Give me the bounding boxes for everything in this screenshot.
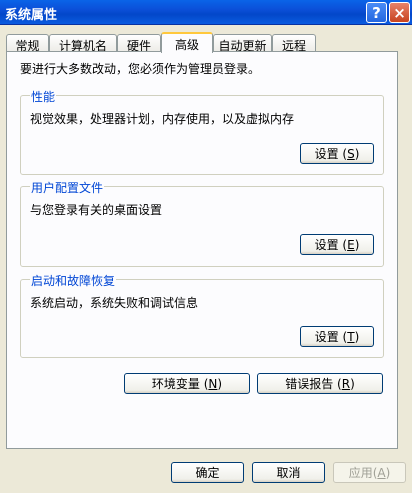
window-title: 系统属性 (5, 8, 58, 23)
close-button[interactable]: × (389, 2, 410, 23)
error-reporting-label: 错误报告 (285, 377, 334, 391)
startup-recovery-settings-button[interactable]: 设置 (T) (300, 326, 374, 347)
tab-general[interactable]: 常规 (6, 34, 49, 53)
startup-recovery-label: 启动和故障恢复 (30, 272, 117, 289)
error-reporting-hotkey: R (341, 376, 351, 391)
tab-advanced[interactable]: 高级 (161, 32, 213, 53)
apply-label: 应用 (348, 466, 373, 480)
environment-variables-label: 环境变量 (151, 377, 200, 391)
startup-recovery-group: 启动和故障恢复 系统启动，系统失败和调试信息 设置 (T) (20, 272, 384, 358)
admin-notice: 要进行大多数改动，您必须作为管理员登录。 (20, 62, 261, 76)
performance-settings-button[interactable]: 设置 (S) (300, 143, 374, 164)
performance-group: 性能 视觉效果，处理器计划，内存使用，以及虚拟内存 设置 (S) (20, 88, 384, 175)
tab-remote[interactable]: 远程 (272, 34, 316, 53)
apply-hotkey: A (377, 465, 386, 480)
environment-variables-hotkey: N (208, 376, 218, 391)
title-bar[interactable]: 系统属性 ? × (0, 0, 412, 25)
user-profile-description: 与您登录有关的桌面设置 (30, 203, 163, 217)
user-profile-settings-hotkey: E (347, 237, 355, 252)
cancel-button[interactable]: 取消 (252, 462, 325, 483)
tab-computer-name[interactable]: 计算机名 (49, 34, 117, 53)
user-profile-label: 用户配置文件 (30, 179, 105, 196)
user-profile-group: 用户配置文件 与您登录有关的桌面设置 设置 (E) (20, 179, 384, 267)
cancel-label: 取消 (276, 466, 301, 480)
user-profile-settings-label: 设置 (314, 238, 339, 252)
help-icon: ? (372, 3, 381, 22)
apply-button[interactable]: 应用(A) (333, 462, 406, 483)
performance-description: 视觉效果，处理器计划，内存使用，以及虚拟内存 (30, 112, 295, 126)
environment-variables-button[interactable]: 环境变量 (N) (124, 373, 250, 394)
startup-recovery-description: 系统启动，系统失败和调试信息 (30, 296, 199, 310)
performance-settings-label: 设置 (314, 147, 339, 161)
startup-recovery-settings-hotkey: T (347, 329, 355, 344)
error-reporting-button[interactable]: 错误报告 (R) (257, 373, 383, 394)
help-button[interactable]: ? (366, 2, 387, 23)
close-icon: × (393, 3, 406, 22)
performance-label: 性能 (30, 88, 57, 105)
startup-recovery-settings-label: 设置 (314, 330, 339, 344)
performance-settings-hotkey: S (347, 146, 355, 161)
tab-hardware[interactable]: 硬件 (117, 34, 161, 53)
ok-label: 确定 (195, 466, 220, 480)
tab-automatic-updates[interactable]: 自动更新 (213, 34, 272, 53)
user-profile-settings-button[interactable]: 设置 (E) (300, 234, 374, 255)
ok-button[interactable]: 确定 (171, 462, 244, 483)
